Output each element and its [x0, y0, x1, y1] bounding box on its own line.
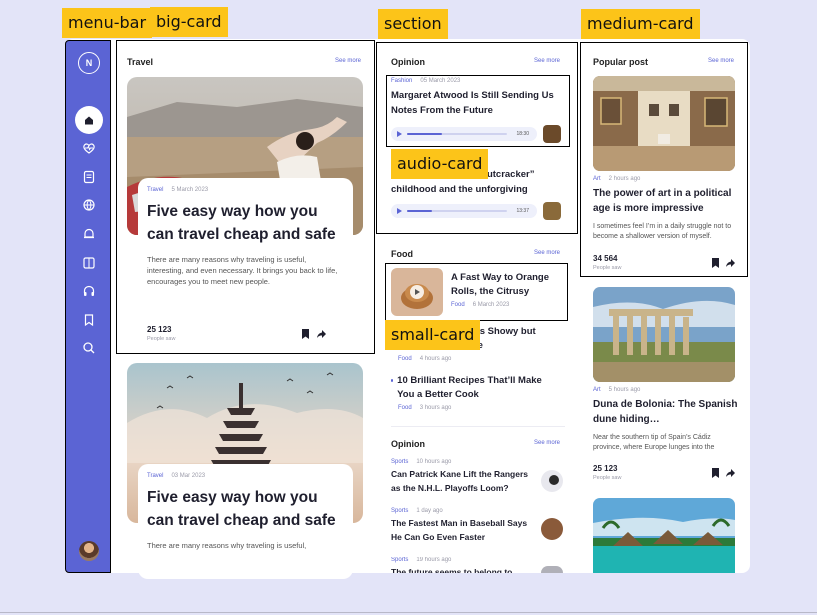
logo[interactable]: N	[78, 52, 100, 74]
opinion-list-item[interactable]: Sports 1 day ago The Fastest Man in Baseb…	[391, 508, 536, 544]
bookmark-icon[interactable]	[82, 313, 96, 327]
view-count-label: People saw	[593, 475, 622, 481]
time-label: 19 hours ago	[416, 557, 452, 563]
card-excerpt: There are many reasons why traveling is …	[147, 541, 307, 550]
food-list-item[interactable]: 10 Brilliant Recipes That’ll Make You a …	[391, 374, 561, 411]
time-label: 3 hours ago	[419, 405, 452, 411]
opinion-list-item[interactable]: Sports 19 hours ago The future seems to b…	[391, 557, 536, 573]
book-icon[interactable]	[82, 256, 96, 270]
bottom-border	[0, 612, 817, 613]
opinion2-see-more[interactable]: See more	[534, 440, 560, 446]
card-headline[interactable]: 10 Brilliant Recipes That’ll Make You a …	[397, 374, 561, 402]
card-meta: Sports 1 day ago	[391, 508, 536, 514]
category-label[interactable]: Sports	[391, 557, 408, 563]
audio-card-tag: audio-card	[391, 149, 489, 179]
card-headline[interactable]: Five easy way how you can travel cheap a…	[147, 486, 344, 532]
document-icon[interactable]	[82, 170, 96, 184]
travel-card-2-panel[interactable]: Travel 03 Mar 2023 Five easy way how you …	[138, 464, 353, 579]
medium-card-tag: medium-card	[581, 9, 700, 39]
divider	[391, 426, 565, 427]
food-title: Food	[391, 249, 413, 259]
card-meta: Sports 10 hours ago	[391, 459, 536, 465]
card-meta: Sports 19 hours ago	[391, 557, 536, 563]
small-card-outline	[385, 263, 568, 321]
view-count-value: 25 123	[593, 464, 618, 473]
card-meta: Travel 03 Mar 2023	[147, 473, 344, 479]
menu-bar-tag: menu-bar	[62, 8, 153, 38]
card-headline[interactable]: Duna de Bolonia: The Spanish dune hiding…	[593, 397, 738, 427]
globe-icon[interactable]	[82, 198, 96, 212]
category-label[interactable]: Sports	[391, 508, 408, 514]
card-excerpt: Near the southern tip of Spain’s Cádiz p…	[593, 434, 715, 451]
time-label: 5 hours ago	[608, 387, 641, 393]
category-label[interactable]: Food	[398, 405, 412, 411]
category-label[interactable]: Food	[398, 356, 412, 362]
time-label: 4 hours ago	[419, 356, 452, 362]
heart-pulse-icon[interactable]	[82, 141, 96, 155]
view-count: 25 123 People saw	[593, 464, 621, 481]
author-avatar	[541, 470, 563, 492]
menu-bar: N	[65, 40, 111, 573]
user-avatar[interactable]	[79, 541, 99, 561]
card-headline[interactable]: The Fastest Man in Baseball Says He Can …	[391, 516, 536, 544]
big-card-tag: big-card	[150, 7, 228, 37]
headphones-icon[interactable]	[82, 284, 96, 298]
opinion2-title: Opinion	[391, 439, 425, 449]
card-meta: Art 5 hours ago	[593, 387, 738, 393]
popular-image-2[interactable]	[593, 287, 735, 382]
category-label[interactable]: Travel	[147, 473, 163, 479]
card-meta: Food 4 hours ago	[398, 356, 451, 362]
category-label[interactable]: Art	[593, 387, 601, 393]
small-card-tag: small-card	[385, 320, 481, 350]
bell-icon[interactable]	[82, 227, 96, 241]
food-see-more[interactable]: See more	[534, 250, 560, 256]
big-card-outline	[116, 40, 375, 354]
audio-card-outline	[386, 75, 570, 147]
search-icon[interactable]	[82, 341, 96, 355]
date-label: 03 Mar 2023	[171, 473, 206, 479]
popular-card-2[interactable]: Art 5 hours ago Duna de Bolonia: The Span…	[593, 387, 738, 453]
author-avatar	[541, 518, 563, 540]
opinion-list-item[interactable]: Sports 10 hours ago Can Patrick Kane Lift…	[391, 459, 536, 495]
popular-image-3[interactable]	[593, 498, 735, 573]
section-tag: section	[378, 9, 448, 39]
time-label: 1 day ago	[416, 508, 443, 514]
category-label[interactable]: Sports	[391, 459, 408, 465]
medium-card-outline	[580, 42, 748, 277]
author-avatar	[541, 566, 563, 573]
bookmark-icon[interactable]	[711, 468, 720, 478]
card-headline[interactable]: Can Patrick Kane Lift the Rangers as the…	[391, 467, 536, 495]
home-icon[interactable]	[75, 106, 103, 134]
bullet-icon	[391, 379, 394, 382]
share-icon[interactable]	[726, 468, 735, 478]
time-label: 10 hours ago	[416, 459, 452, 465]
card-meta: Food 3 hours ago	[398, 405, 561, 411]
card-headline[interactable]: The future seems to belong to	[391, 565, 536, 573]
